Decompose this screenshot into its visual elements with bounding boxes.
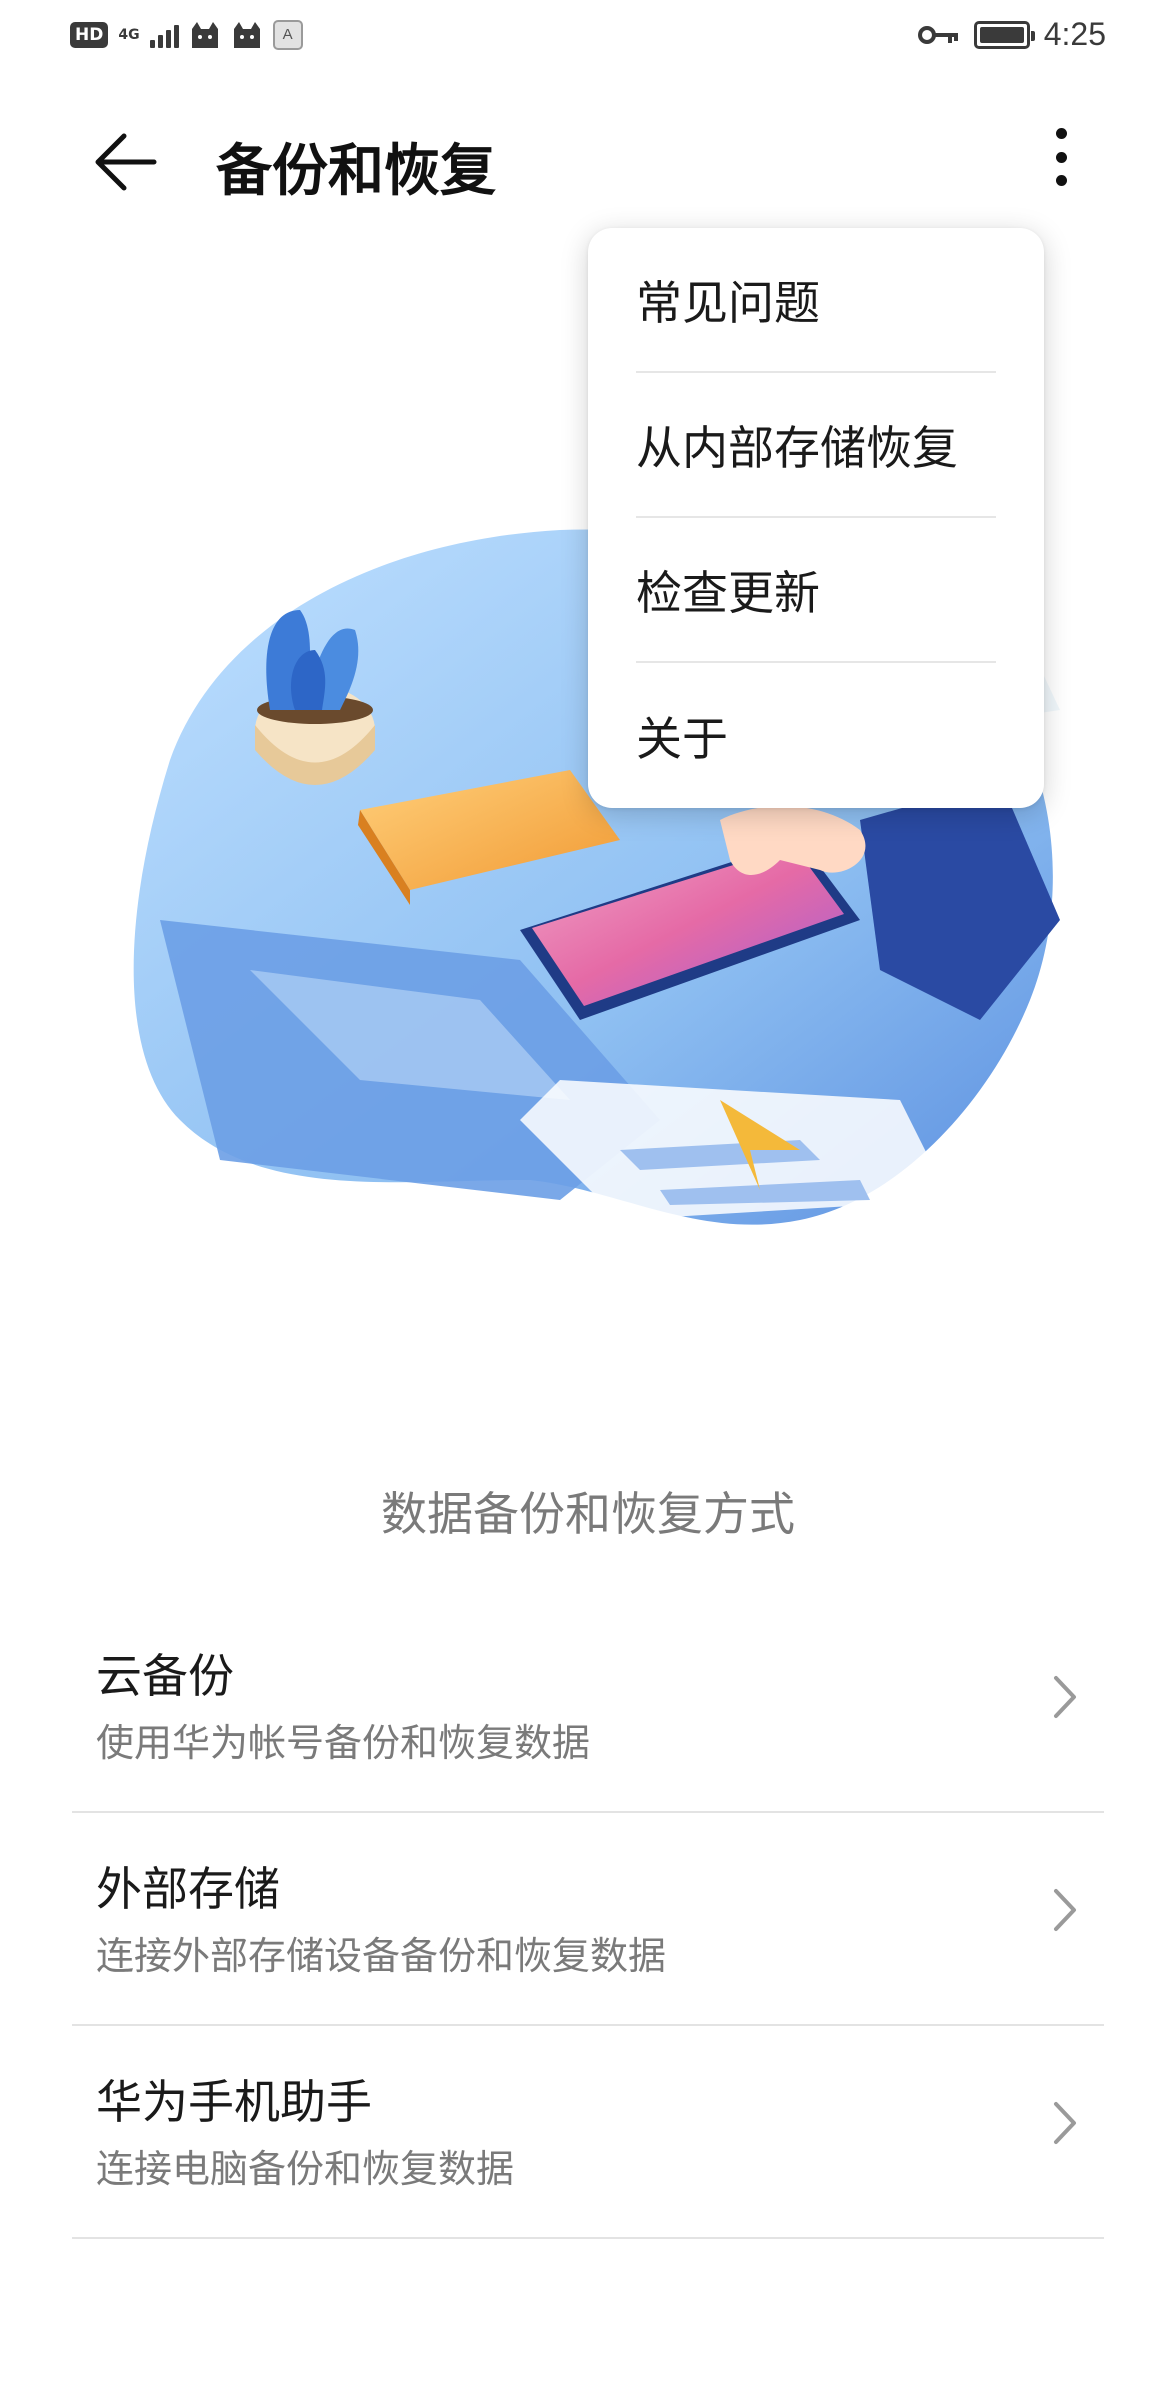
status-bar: HD 4G A 4:25	[0, 0, 1176, 72]
hd-icon: HD	[70, 22, 109, 48]
chevron-right-icon	[1054, 1676, 1076, 1718]
network-type-label: 4G	[118, 27, 140, 43]
option-subtitle: 连接外部存储设备备份和恢复数据	[96, 1934, 667, 1978]
overflow-menu: 常见问题 从内部存储恢复 检查更新 关于	[588, 228, 1044, 808]
option-subtitle: 使用华为帐号备份和恢复数据	[96, 1721, 591, 1765]
backup-options-list: 云备份 使用华为帐号备份和恢复数据 外部存储 连接外部存储设备备份和恢复数据 华…	[72, 1600, 1104, 2239]
option-title: 华为手机助手	[96, 2075, 372, 2129]
option-cloud-backup[interactable]: 云备份 使用华为帐号备份和恢复数据	[72, 1600, 1104, 1813]
page-title: 备份和恢复	[216, 139, 496, 204]
option-phone-assistant[interactable]: 华为手机助手 连接电脑备份和恢复数据	[72, 2026, 1104, 2239]
signal-icon	[149, 22, 179, 48]
menu-item-restore-internal[interactable]: 从内部存储恢复	[636, 373, 996, 518]
a-icon: A	[272, 20, 303, 50]
clock: 4:25	[1043, 16, 1106, 52]
status-bar-left: HD 4G A	[70, 20, 303, 50]
more-options-button[interactable]	[1036, 122, 1086, 192]
option-title: 云备份	[96, 1649, 234, 1703]
more-vertical-icon	[1055, 128, 1067, 139]
status-bar-right: 4:25	[917, 16, 1106, 53]
menu-item-check-update[interactable]: 检查更新	[636, 518, 996, 663]
section-title: 数据备份和恢复方式	[381, 1487, 795, 1541]
chevron-right-icon	[1054, 1889, 1076, 1931]
option-subtitle: 连接电脑备份和恢复数据	[96, 2147, 515, 2191]
menu-item-faq[interactable]: 常见问题	[636, 228, 996, 373]
back-button[interactable]	[90, 130, 170, 194]
chevron-right-icon	[1054, 2102, 1076, 2144]
cat-icon	[191, 22, 218, 48]
option-external-storage[interactable]: 外部存储 连接外部存储设备备份和恢复数据	[72, 1813, 1104, 2026]
app-bar: 备份和恢复	[0, 100, 1176, 220]
option-title: 外部存储	[96, 1862, 280, 1916]
key-icon	[917, 25, 958, 44]
battery-icon	[973, 20, 1035, 49]
cat-icon	[233, 22, 260, 48]
menu-item-about[interactable]: 关于	[636, 663, 996, 808]
arrow-left-icon	[95, 133, 157, 191]
